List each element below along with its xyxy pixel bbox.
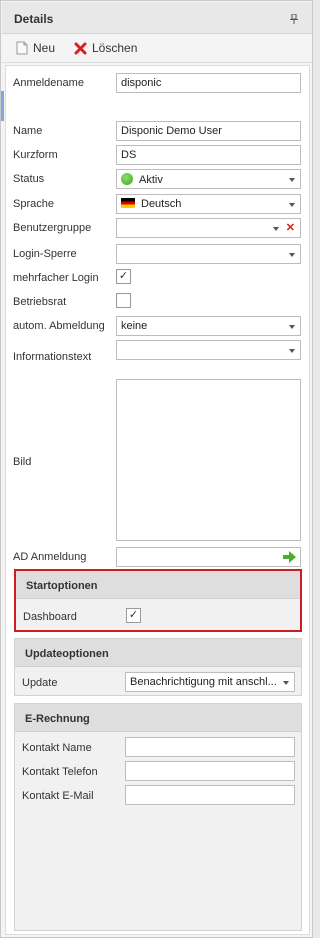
- green-status-icon: [121, 173, 133, 185]
- details-panel: Details Neu Löschen Anmeldename disponic…: [0, 0, 313, 938]
- dashboard-label: Dashboard: [23, 611, 77, 623]
- ad-login-label: AD Anmeldung: [13, 551, 87, 563]
- login-name-input[interactable]: disponic: [116, 73, 301, 93]
- login-lock-select[interactable]: [116, 244, 301, 264]
- update-label: Update: [22, 677, 58, 689]
- login-lock-label: Login-Sperre: [13, 248, 77, 260]
- short-form-value: DS: [121, 149, 137, 161]
- update-options-header: Updateoptionen: [15, 639, 301, 667]
- works-council-label: Betriebsrat: [13, 296, 67, 308]
- chevron-down-icon[interactable]: [283, 681, 289, 685]
- new-button-label: Neu: [33, 41, 56, 55]
- login-name-label: Anmeldename: [13, 77, 84, 89]
- contact-phone-input[interactable]: [125, 761, 295, 781]
- pin-icon[interactable]: [290, 14, 298, 24]
- user-group-label: Benutzergruppe: [13, 222, 92, 234]
- toolbar: Neu Löschen: [2, 35, 312, 63]
- e-invoice-header: E-Rechnung: [15, 704, 301, 732]
- login-name-value: disponic: [121, 77, 162, 89]
- details-form: Anmeldename disponic Name Disponic Demo …: [5, 65, 310, 935]
- info-text-label: Informationstext: [13, 351, 92, 363]
- name-input[interactable]: Disponic Demo User: [116, 121, 301, 141]
- contact-name-label: Kontakt Name: [22, 742, 92, 754]
- panel-title: Details: [14, 12, 54, 26]
- name-value: Disponic Demo User: [121, 125, 222, 137]
- contact-email-input[interactable]: [125, 785, 295, 805]
- panel-titlebar: Details: [2, 2, 312, 34]
- update-options-group: Updateoptionen Update Benachrichtigung m…: [14, 638, 302, 696]
- auto-logout-label: autom. Abmeldung: [13, 320, 105, 332]
- status-select[interactable]: Aktiv: [116, 169, 301, 189]
- e-invoice-group: E-Rechnung Kontakt Name Kontakt Telefon …: [14, 703, 302, 931]
- name-label: Name: [13, 125, 43, 137]
- chevron-down-icon[interactable]: [273, 227, 279, 231]
- delete-x-icon: [74, 42, 87, 54]
- dashboard-checkbox[interactable]: ✓: [126, 608, 141, 623]
- multi-login-checkbox[interactable]: ✓: [116, 269, 131, 284]
- chevron-down-icon[interactable]: [289, 253, 295, 257]
- short-form-input[interactable]: DS: [116, 145, 301, 165]
- language-label: Sprache: [13, 198, 54, 210]
- chevron-down-icon[interactable]: [289, 203, 295, 207]
- auto-logout-select[interactable]: keine: [116, 316, 301, 336]
- picture-label: Bild: [13, 456, 32, 468]
- start-options-header: Startoptionen: [16, 571, 300, 599]
- left-edge-accent: [1, 91, 4, 121]
- chevron-down-icon[interactable]: [289, 325, 295, 329]
- chevron-down-icon[interactable]: [289, 349, 295, 353]
- short-form-label: Kurzform: [13, 149, 58, 161]
- update-select[interactable]: Benachrichtigung mit anschl...: [125, 672, 295, 692]
- multi-login-label: mehrfacher Login: [13, 272, 99, 284]
- checkmark-icon: ✓: [128, 609, 139, 621]
- info-text-select[interactable]: [116, 340, 301, 360]
- language-value: Deutsch: [141, 198, 182, 210]
- new-button[interactable]: Neu: [16, 41, 55, 55]
- contact-phone-label: Kontakt Telefon: [22, 766, 98, 778]
- green-arrow-icon[interactable]: [283, 551, 296, 563]
- checkmark-icon: ✓: [118, 270, 129, 282]
- contact-name-input[interactable]: [125, 737, 295, 757]
- new-document-icon: [16, 41, 28, 55]
- chevron-down-icon[interactable]: [289, 178, 295, 182]
- status-value: Aktiv: [139, 174, 163, 186]
- start-options-group: Startoptionen Dashboard ✓: [14, 569, 302, 632]
- clear-x-icon[interactable]: ✕: [286, 221, 295, 234]
- contact-email-label: Kontakt E-Mail: [22, 790, 94, 802]
- german-flag-icon: [121, 198, 135, 208]
- ad-login-input[interactable]: [116, 547, 301, 567]
- user-group-select[interactable]: ✕: [116, 218, 301, 238]
- language-select[interactable]: Deutsch: [116, 194, 301, 214]
- auto-logout-value: keine: [121, 320, 148, 332]
- delete-button[interactable]: Löschen: [74, 41, 137, 55]
- picture-box[interactable]: [116, 379, 301, 541]
- update-value: Benachrichtigung mit anschl...: [130, 676, 277, 688]
- delete-button-label: Löschen: [92, 41, 138, 55]
- works-council-checkbox[interactable]: [116, 293, 131, 308]
- status-label: Status: [13, 173, 45, 185]
